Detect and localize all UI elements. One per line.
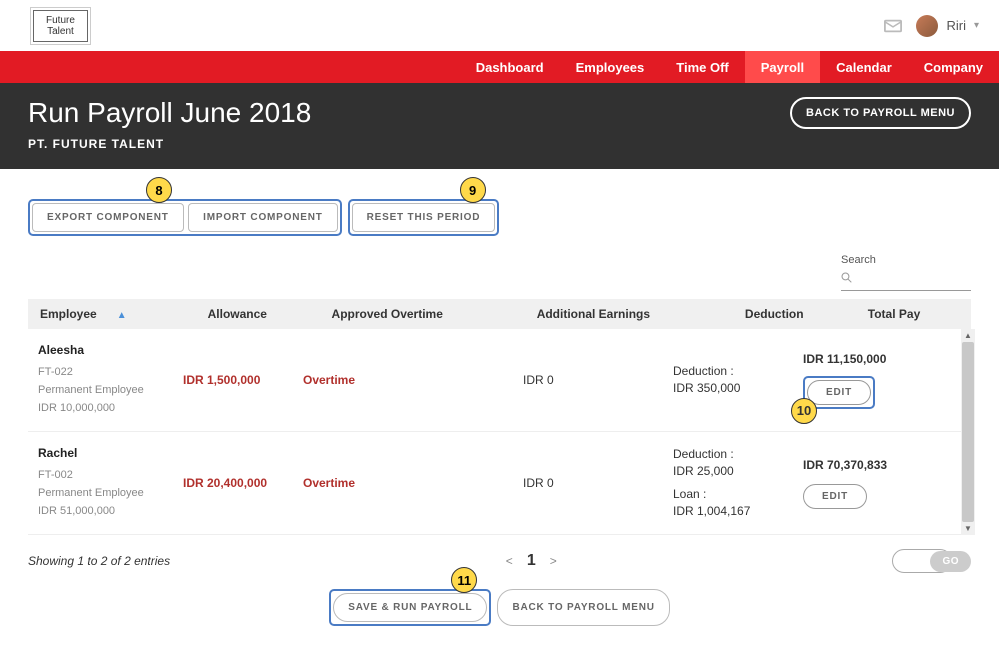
th-employee[interactable]: Employee▲ bbox=[28, 299, 198, 329]
nav-timeoff[interactable]: Time Off bbox=[660, 51, 745, 83]
go-wrap: GO bbox=[892, 549, 971, 573]
back-to-payroll-button[interactable]: BACK TO PAYROLL MENU bbox=[790, 97, 971, 129]
deduction-value: IDR 350,000 bbox=[673, 380, 783, 397]
callout-11: 11 bbox=[451, 567, 477, 593]
loan-value: IDR 1,004,167 bbox=[673, 503, 783, 520]
employee-base: IDR 10,000,000 bbox=[38, 399, 163, 417]
vertical-scrollbar[interactable]: ▲ ▼ bbox=[961, 329, 975, 535]
search-area: Search bbox=[28, 254, 971, 291]
total-value: IDR 70,370,833 bbox=[803, 458, 961, 472]
employee-name: Rachel bbox=[38, 446, 163, 460]
back-to-payroll-bottom-button[interactable]: BACK TO PAYROLL MENU bbox=[497, 589, 669, 626]
highlight-edit: EDIT 10 bbox=[803, 376, 875, 409]
highlight-reset: 9 RESET THIS PERIOD bbox=[348, 199, 500, 236]
search-input[interactable] bbox=[841, 270, 971, 291]
nav-company[interactable]: Company bbox=[908, 51, 999, 83]
overtime-value: Overtime bbox=[303, 476, 355, 490]
table-wrap: Employee▲ Allowance Approved Overtime Ad… bbox=[28, 299, 971, 535]
callout-10: 10 bbox=[791, 398, 817, 424]
nav-payroll[interactable]: Payroll bbox=[745, 51, 820, 83]
export-component-button[interactable]: EXPORT COMPONENT bbox=[32, 203, 184, 232]
employee-name: Aleesha bbox=[38, 343, 163, 357]
allowance-value: IDR 1,500,000 bbox=[183, 373, 260, 387]
th-overtime[interactable]: Approved Overtime bbox=[322, 299, 527, 329]
additional-value: IDR 0 bbox=[523, 373, 554, 387]
content: 8 EXPORT COMPONENT IMPORT COMPONENT 9 RE… bbox=[0, 169, 999, 626]
envelope-icon[interactable] bbox=[884, 19, 902, 33]
th-allowance[interactable]: Allowance bbox=[198, 299, 322, 329]
entries-info: Showing 1 to 2 of 2 entries bbox=[28, 554, 170, 568]
callout-8: 8 bbox=[146, 177, 172, 203]
sort-asc-icon: ▲ bbox=[117, 310, 127, 321]
logo-text: Future Talent bbox=[33, 10, 88, 42]
loan-label: Loan : bbox=[673, 486, 783, 503]
nav-dashboard[interactable]: Dashboard bbox=[460, 51, 560, 83]
page-subtitle: PT. FUTURE TALENT bbox=[28, 137, 311, 151]
search-icon bbox=[841, 272, 852, 286]
edit-button[interactable]: EDIT bbox=[803, 484, 867, 509]
highlight-save-run: 11 SAVE & RUN PAYROLL bbox=[329, 589, 491, 626]
highlight-export-import: 8 EXPORT COMPONENT IMPORT COMPONENT bbox=[28, 199, 342, 236]
user-menu[interactable]: Riri ▾ bbox=[916, 15, 979, 37]
pager-next[interactable]: > bbox=[550, 554, 557, 568]
additional-value: IDR 0 bbox=[523, 476, 554, 490]
avatar bbox=[916, 15, 938, 37]
payroll-table: Employee▲ Allowance Approved Overtime Ad… bbox=[28, 299, 971, 329]
scroll-down-icon[interactable]: ▼ bbox=[964, 524, 972, 533]
table-row: Aleesha FT-022 Permanent Employee IDR 10… bbox=[28, 329, 971, 432]
nav-calendar[interactable]: Calendar bbox=[820, 51, 908, 83]
employee-type: Permanent Employee bbox=[38, 484, 163, 502]
footer-row: Showing 1 to 2 of 2 entries < 1 > GO bbox=[28, 535, 971, 587]
username: Riri bbox=[946, 18, 966, 33]
deduction-value: IDR 25,000 bbox=[673, 463, 783, 480]
main-nav: Dashboard Employees Time Off Payroll Cal… bbox=[0, 51, 999, 83]
table-row: Rachel FT-002 Permanent Employee IDR 51,… bbox=[28, 432, 971, 535]
employee-code: FT-022 bbox=[38, 363, 163, 381]
employee-type: Permanent Employee bbox=[38, 381, 163, 399]
th-deduction[interactable]: Deduction bbox=[735, 299, 858, 329]
scrollbar-thumb[interactable] bbox=[962, 342, 974, 522]
page-title: Run Payroll June 2018 bbox=[28, 97, 311, 129]
save-run-payroll-button[interactable]: SAVE & RUN PAYROLL bbox=[333, 593, 487, 622]
import-component-button[interactable]: IMPORT COMPONENT bbox=[188, 203, 337, 232]
hero: Run Payroll June 2018 PT. FUTURE TALENT … bbox=[0, 83, 999, 169]
th-total[interactable]: Total Pay bbox=[858, 299, 971, 329]
employee-code: FT-002 bbox=[38, 466, 163, 484]
nav-employees[interactable]: Employees bbox=[560, 51, 661, 83]
deduction-label: Deduction : bbox=[673, 446, 783, 463]
reset-period-button[interactable]: RESET THIS PERIOD bbox=[352, 203, 496, 232]
go-button[interactable]: GO bbox=[930, 551, 971, 572]
callout-9: 9 bbox=[460, 177, 486, 203]
scroll-up-icon[interactable]: ▲ bbox=[964, 331, 972, 340]
pager-prev[interactable]: < bbox=[506, 554, 513, 568]
edit-button[interactable]: EDIT bbox=[807, 380, 871, 405]
search-label: Search bbox=[841, 254, 971, 266]
bottom-actions: 11 SAVE & RUN PAYROLL BACK TO PAYROLL ME… bbox=[28, 589, 971, 626]
allowance-value: IDR 20,400,000 bbox=[183, 476, 267, 490]
action-row: 8 EXPORT COMPONENT IMPORT COMPONENT 9 RE… bbox=[28, 199, 971, 236]
total-value: IDR 11,150,000 bbox=[803, 352, 961, 366]
chevron-down-icon: ▾ bbox=[974, 20, 979, 31]
topbar-right: Riri ▾ bbox=[884, 15, 979, 37]
topbar: Future Talent Riri ▾ bbox=[0, 0, 999, 51]
employee-base: IDR 51,000,000 bbox=[38, 502, 163, 520]
th-additional[interactable]: Additional Earnings bbox=[527, 299, 735, 329]
pager: < 1 > bbox=[506, 552, 557, 570]
overtime-value: Overtime bbox=[303, 373, 355, 387]
pager-current: 1 bbox=[527, 552, 536, 570]
logo[interactable]: Future Talent bbox=[30, 7, 91, 45]
deduction-label: Deduction : bbox=[673, 363, 783, 380]
